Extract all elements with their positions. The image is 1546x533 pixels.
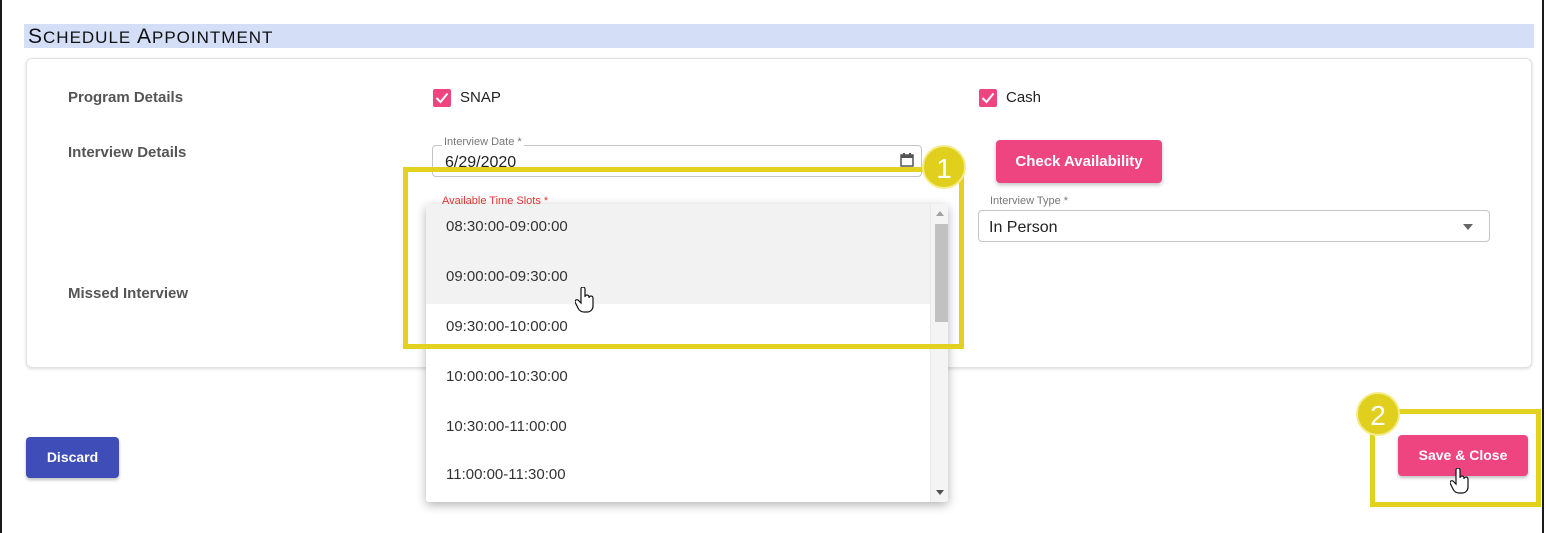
interview-date-value: 6/29/2020: [445, 154, 517, 171]
interview-type-label: Interview Type *: [988, 195, 1071, 207]
time-slot-option[interactable]: 09:30:00-10:00:00: [426, 304, 930, 354]
missed-interview-label: Missed Interview: [68, 285, 189, 302]
hand-cursor-icon: [1450, 468, 1469, 494]
interview-date-field[interactable]: 6/29/2020: [432, 145, 922, 177]
callout-badge-2: 2: [1356, 392, 1400, 436]
program-details-label: Program Details: [68, 89, 184, 106]
scroll-down-icon[interactable]: [936, 490, 944, 495]
discard-button[interactable]: Discard: [26, 437, 119, 478]
check-icon: [435, 92, 449, 104]
cash-label: Cash: [1006, 89, 1042, 106]
header-initial-s: S: [28, 25, 44, 48]
snap-label: SNAP: [460, 89, 501, 106]
interview-type-select[interactable]: In Person: [978, 210, 1490, 242]
interview-type-value: In Person: [989, 219, 1058, 236]
check-availability-button[interactable]: Check Availability: [996, 140, 1162, 183]
interview-date-label: Interview Date *: [442, 136, 524, 148]
header-initial-a: A: [136, 25, 152, 48]
check-icon: [981, 92, 995, 104]
time-slot-option[interactable]: 11:00:00-11:30:00: [426, 452, 930, 502]
time-slot-option[interactable]: 10:30:00-11:00:00: [426, 404, 930, 454]
hand-cursor-icon: [575, 287, 594, 313]
header-text-1: CHEDULE: [43, 28, 137, 47]
cash-checkbox[interactable]: [979, 89, 997, 107]
calendar-icon[interactable]: [900, 153, 914, 167]
time-slot-option[interactable]: 08:30:00-09:00:00: [426, 204, 930, 254]
header-text-2: PPOINTMENT: [152, 28, 274, 47]
time-slot-option[interactable]: 10:00:00-10:30:00: [426, 354, 930, 404]
snap-checkbox[interactable]: [433, 89, 451, 107]
section-header: SCHEDULE APPOINTMENT: [24, 24, 1534, 48]
scrollbar-thumb[interactable]: [935, 224, 948, 322]
interview-details-label: Interview Details: [68, 144, 187, 161]
time-slots-dropdown[interactable]: 08:30:00-09:00:00 09:00:00-09:30:00 09:3…: [426, 204, 948, 502]
time-slot-option[interactable]: 09:00:00-09:30:00: [426, 254, 930, 304]
callout-badge-1: 1: [922, 145, 966, 189]
chevron-down-icon: [1463, 224, 1473, 230]
dropdown-scrollbar[interactable]: [930, 204, 948, 502]
scroll-up-icon[interactable]: [936, 211, 944, 216]
